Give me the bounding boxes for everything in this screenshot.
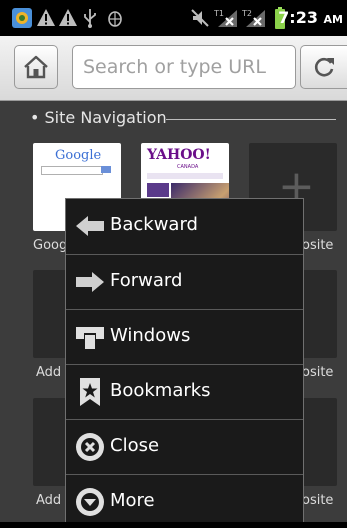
menu-item-label: Windows [110, 325, 191, 346]
url-bar [0, 36, 347, 101]
google-search-button [101, 166, 111, 173]
options-menu: Backward Forward Windows Bookmarks Close [65, 198, 304, 522]
tile-label-add-website: osite [302, 365, 334, 380]
menu-item-label: Forward [110, 270, 183, 291]
menu-item-label: Bookmarks [110, 380, 211, 401]
signal-sim2-icon: T2 [242, 9, 265, 27]
yahoo-news-strip [147, 173, 223, 179]
mute-icon [191, 9, 209, 27]
menu-item-label: More [110, 490, 155, 511]
google-logo: Google [55, 148, 102, 163]
menu-item-label: Close [110, 435, 160, 456]
svg-text:T2: T2 [242, 9, 252, 18]
home-icon [24, 55, 48, 79]
section-title: • Site Navigation [30, 108, 167, 127]
browser-app-icon [12, 8, 32, 28]
svg-text:T1: T1 [214, 9, 224, 18]
google-search-box [41, 166, 103, 175]
tile-label-add-website: osite [302, 238, 334, 253]
windows-icon [76, 327, 104, 349]
tile-label-google: Goog [33, 238, 68, 253]
menu-item-more[interactable]: More [66, 474, 303, 528]
yahoo-logo: YAHOO! [147, 147, 211, 163]
menu-item-forward[interactable]: Forward [66, 254, 303, 308]
status-bar: T1 T2 7:23 AM [0, 0, 347, 36]
more-chevron-icon [76, 488, 104, 516]
menu-item-close[interactable]: Close [66, 419, 303, 473]
section-divider [166, 119, 336, 120]
refresh-icon [314, 57, 334, 77]
warning-icon [37, 9, 55, 26]
menu-item-backward[interactable]: Backward [66, 199, 303, 253]
menu-item-windows[interactable]: Windows [66, 309, 303, 363]
tile-label-add-website: Add [36, 365, 62, 380]
yahoo-photo-small [147, 183, 169, 197]
arrow-left-icon [76, 216, 104, 236]
bookmark-star-icon [80, 378, 100, 406]
close-circle-icon [76, 433, 104, 461]
tile-label-add-website: osite [302, 493, 334, 508]
home-button[interactable] [14, 45, 58, 89]
search-input[interactable] [72, 45, 296, 89]
clock: 7:23 AM [278, 8, 343, 27]
menu-item-label: Backward [110, 214, 198, 235]
arrow-right-icon [76, 272, 104, 292]
usb-icon [84, 9, 96, 28]
debug-icon [108, 11, 122, 27]
yahoo-sub: CANADA [177, 164, 199, 170]
refresh-button[interactable] [300, 45, 347, 89]
signal-sim1-icon: T1 [214, 9, 237, 27]
warning-icon [59, 9, 77, 26]
tile-label-add-website: Add [36, 493, 62, 508]
menu-item-bookmarks[interactable]: Bookmarks [66, 364, 303, 418]
